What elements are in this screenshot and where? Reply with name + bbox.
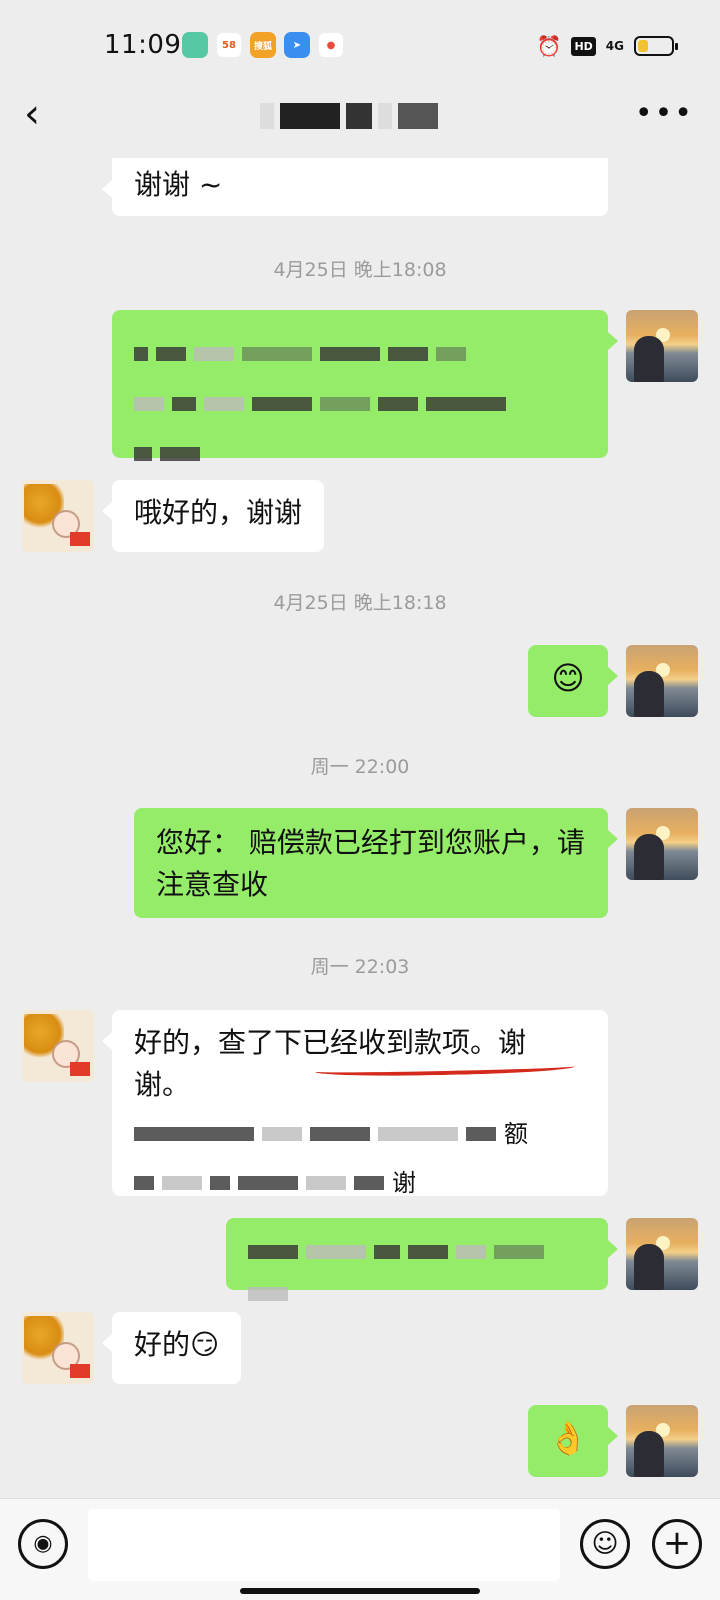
- signal-icon: 4G: [605, 39, 624, 53]
- message-bubble-incoming[interactable]: 好的😏: [101, 1312, 242, 1384]
- plus-icon[interactable]: +: [652, 1519, 702, 1569]
- chat-header: ‹ •••: [0, 92, 720, 158]
- redacted-text-tail: 额: [504, 1120, 528, 1148]
- messages-app-icon: [182, 32, 208, 58]
- contact-avatar[interactable]: [22, 1010, 94, 1082]
- message-text: 好的😏: [134, 1328, 220, 1361]
- feishu-app-icon: ➤: [284, 32, 310, 58]
- map-pin-app-icon: ●: [318, 32, 344, 58]
- smile-emoji: 😊: [551, 659, 585, 697]
- message-bubble-incoming[interactable]: 哦好的，谢谢: [101, 480, 325, 552]
- contact-avatar[interactable]: [22, 480, 94, 552]
- chat-input-bar: ◉ ☺ +: [0, 1498, 720, 1600]
- timestamp: 周一 22:03: [310, 956, 410, 978]
- message-bubble-incoming[interactable]: 好的，查了下已经收到款项。谢 谢。 额 谢: [102, 1010, 608, 1197]
- more-dots-icon[interactable]: •••: [635, 96, 694, 131]
- redacted-text-tail: 谢: [392, 1169, 416, 1197]
- notification-icons: 58 搜狐 ➤ ●: [182, 32, 344, 58]
- message-bubble-incoming[interactable]: 谢谢 ~: [102, 158, 608, 216]
- ok-hand-emoji: 👌: [548, 1419, 588, 1457]
- hd-icon: HD: [571, 36, 596, 56]
- my-avatar[interactable]: [626, 645, 698, 717]
- message-bubble-outgoing-redacted[interactable]: [226, 1218, 618, 1301]
- status-time: 11:09: [104, 30, 182, 60]
- timestamp: 4月25日 晚上18:08: [273, 259, 447, 281]
- message-text: 哦好的，谢谢: [134, 496, 303, 529]
- chat-title-redacted: [260, 100, 460, 132]
- battery-level: [638, 40, 648, 52]
- message-bubble-outgoing[interactable]: 👌: [528, 1405, 618, 1477]
- my-avatar[interactable]: [626, 1218, 698, 1290]
- timestamp: 4月25日 晚上18:18: [273, 592, 447, 614]
- my-avatar[interactable]: [626, 1405, 698, 1477]
- voice-icon[interactable]: ◉: [18, 1519, 68, 1569]
- system-icons: ⏰ HD 4G: [536, 34, 678, 58]
- message-text: 谢谢 ~: [134, 168, 223, 201]
- alarm-icon: ⏰: [536, 34, 562, 58]
- emoji-icon[interactable]: ☺: [580, 1519, 630, 1569]
- 58-app-icon: 58: [216, 32, 242, 58]
- contact-avatar[interactable]: [22, 1312, 94, 1384]
- my-avatar[interactable]: [626, 310, 698, 382]
- status-bar: 11:09 58 搜狐 ➤ ● ⏰ HD 4G: [0, 0, 720, 92]
- sohu-app-icon: 搜狐: [250, 32, 276, 58]
- battery-icon: [634, 36, 678, 56]
- home-indicator[interactable]: [240, 1588, 480, 1594]
- chevron-left-icon[interactable]: ‹: [24, 92, 68, 142]
- message-bubble-outgoing[interactable]: 您好： 赔偿款已经打到您账户，请注意查收: [134, 808, 618, 918]
- message-bubble-outgoing-redacted[interactable]: [112, 310, 618, 461]
- message-text: 您好： 赔偿款已经打到您账户，请注意查收: [156, 826, 585, 901]
- timestamp: 周一 22:00: [310, 756, 410, 778]
- message-bubble-outgoing[interactable]: 😊: [528, 645, 618, 717]
- my-avatar[interactable]: [626, 808, 698, 880]
- message-text-line: 好的，查了下已经收到款项。谢: [134, 1026, 527, 1059]
- message-input[interactable]: [88, 1509, 560, 1581]
